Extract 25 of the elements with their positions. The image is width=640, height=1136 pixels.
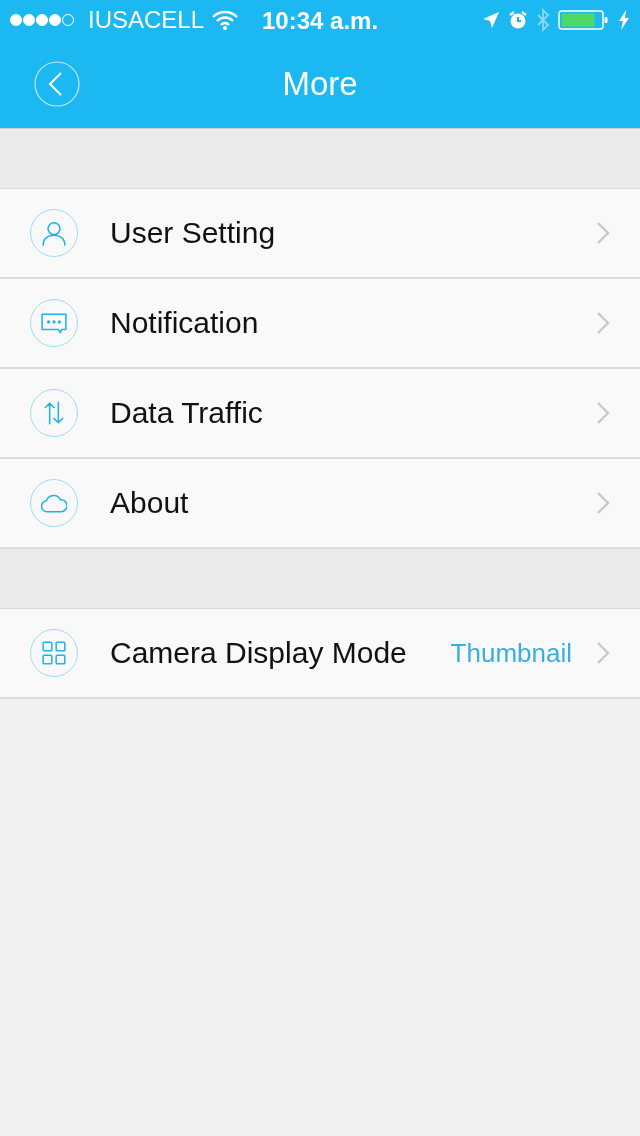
chevron-icon [596, 221, 610, 245]
menu-item[interactable]: User Setting [0, 189, 640, 279]
menu-item[interactable]: Notification [0, 279, 640, 369]
chevron-icon [596, 401, 610, 425]
alarm-icon [508, 10, 528, 30]
battery-icon [558, 9, 610, 31]
carrier-name: IUSACELL [88, 6, 205, 34]
item-label: Data Traffic [110, 396, 264, 430]
screen-title: More [282, 65, 358, 103]
item-value: Thumbnail [450, 637, 572, 669]
chevron-icon [596, 311, 610, 335]
item-label: Notification [110, 306, 260, 340]
menu-item[interactable]: Data Traffic [0, 369, 640, 459]
item-label: About [110, 486, 190, 520]
location-icon [482, 11, 500, 29]
chevron-icon [596, 491, 610, 515]
bluetooth-icon [536, 8, 550, 32]
item-label: User Setting [110, 216, 277, 250]
item-label: Camera Display Mode [110, 636, 408, 670]
menu-item[interactable]: Camera Display Mode Thumbnail [0, 609, 640, 699]
back-button[interactable] [33, 60, 81, 108]
charging-icon [618, 10, 630, 30]
clock-time: 10:34 a.m. [262, 7, 379, 35]
chevron-icon [596, 641, 610, 665]
wifi-icon [212, 10, 239, 30]
